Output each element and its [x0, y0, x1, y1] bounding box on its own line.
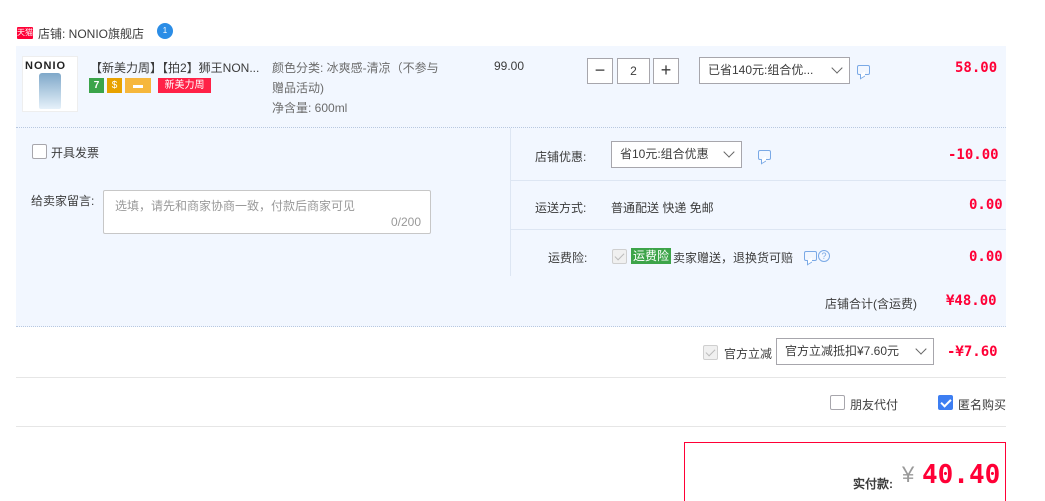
item-promo-select-value: 已省140元:组合优... — [708, 63, 814, 77]
insurance-value: 0.00 — [969, 249, 1003, 265]
friend-pay-checkbox[interactable] — [830, 395, 845, 410]
product-thumbnail[interactable]: NONIO — [22, 56, 78, 112]
row-divider — [511, 229, 1006, 230]
shipping-method-text: 普通配送 快递 免邮 — [611, 201, 714, 215]
spec-volume: 净含量: 600ml — [272, 101, 348, 115]
official-discount-select[interactable]: 官方立减抵扣¥7.60元 — [776, 338, 934, 365]
help-icon[interactable]: ? — [818, 250, 830, 262]
promo-tag: 新美力周 — [158, 78, 211, 93]
insurance-info-icon[interactable] — [804, 251, 817, 261]
divider — [16, 377, 1006, 378]
spec-color-cont: 赠品活动) — [272, 81, 324, 95]
chevron-down-icon — [723, 146, 735, 158]
shipping-value: 0.00 — [969, 197, 1003, 213]
anonymous-purchase-checkbox[interactable] — [938, 395, 953, 410]
unit-price: 99.00 — [494, 59, 525, 73]
guarantee-icon: $ — [107, 78, 122, 93]
invoice-label: 开具发票 — [51, 146, 100, 160]
official-discount-label: 官方立减 — [724, 347, 773, 361]
shipping-label: 运送方式: — [535, 201, 587, 215]
discount-info-icon[interactable] — [758, 150, 771, 160]
shop-discount-label: 店铺优惠: — [535, 150, 587, 164]
info-divider — [510, 128, 511, 276]
thumbnail-brand-text: NONIO — [25, 60, 67, 72]
insurance-label: 运费险: — [548, 251, 588, 265]
shop-total-value: ¥48.00 — [946, 293, 997, 309]
chevron-down-icon — [915, 343, 927, 355]
anonymous-purchase-label: 匿名购买 — [958, 398, 1007, 412]
payment-label: 实付款: — [853, 477, 893, 491]
item-subtotal: 58.00 — [955, 60, 998, 76]
message-placeholder: 选填，请先和商家协商一致，付款后商家可见 — [115, 199, 356, 213]
quantity-decrease-button[interactable]: − — [587, 58, 613, 84]
chevron-down-icon — [831, 62, 843, 74]
spec-color: 颜色分类: 冰爽感-清凉（不参与 — [272, 61, 439, 75]
shop-total-label: 店铺合计(含运费) — [825, 297, 917, 311]
official-discount-checkbox — [703, 345, 718, 360]
quantity-input[interactable]: 2 — [617, 58, 650, 84]
friend-pay-label: 朋友代付 — [850, 398, 899, 412]
wangwang-chat-icon[interactable]: 1 — [157, 23, 173, 39]
tmall-badge: 天猫 — [17, 27, 33, 39]
divider — [16, 426, 1006, 427]
quantity-increase-button[interactable]: + — [653, 58, 679, 84]
credit-card-icon: ▬ — [125, 78, 151, 93]
payment-amount: 40.40 — [922, 460, 1001, 490]
currency-symbol: ¥ — [902, 462, 915, 487]
message-char-count: 0/200 — [390, 215, 421, 229]
insurance-checkbox — [612, 249, 627, 264]
shop-discount-select[interactable]: 省10元:组合优惠 — [611, 141, 742, 168]
message-label: 给卖家留言: — [31, 194, 95, 208]
official-discount-value: -¥7.60 — [947, 344, 998, 360]
item-promo-select[interactable]: 已省140元:组合优... — [699, 57, 850, 84]
product-title-link[interactable]: 【新美力周】【拍2】狮王NON... — [90, 59, 259, 76]
seller-message-textarea[interactable]: 选填，请先和商家协商一致，付款后商家可见 0/200 — [103, 190, 431, 234]
seven-day-return-icon: 7 — [89, 78, 104, 93]
shop-name-link[interactable]: 店铺: NONIO旗舰店 — [38, 25, 144, 42]
invoice-checkbox[interactable] — [32, 144, 47, 159]
insurance-text: 卖家赠送，退换货可赔 — [673, 251, 794, 265]
insurance-badge: 运费险 — [631, 248, 672, 264]
bottle-image — [39, 73, 61, 109]
shop-discount-value: -10.00 — [948, 147, 999, 163]
promo-info-icon[interactable] — [857, 65, 870, 75]
row-divider — [511, 180, 1006, 181]
official-discount-select-value: 官方立减抵扣¥7.60元 — [785, 344, 900, 358]
shop-discount-select-value: 省10元:组合优惠 — [620, 147, 709, 161]
